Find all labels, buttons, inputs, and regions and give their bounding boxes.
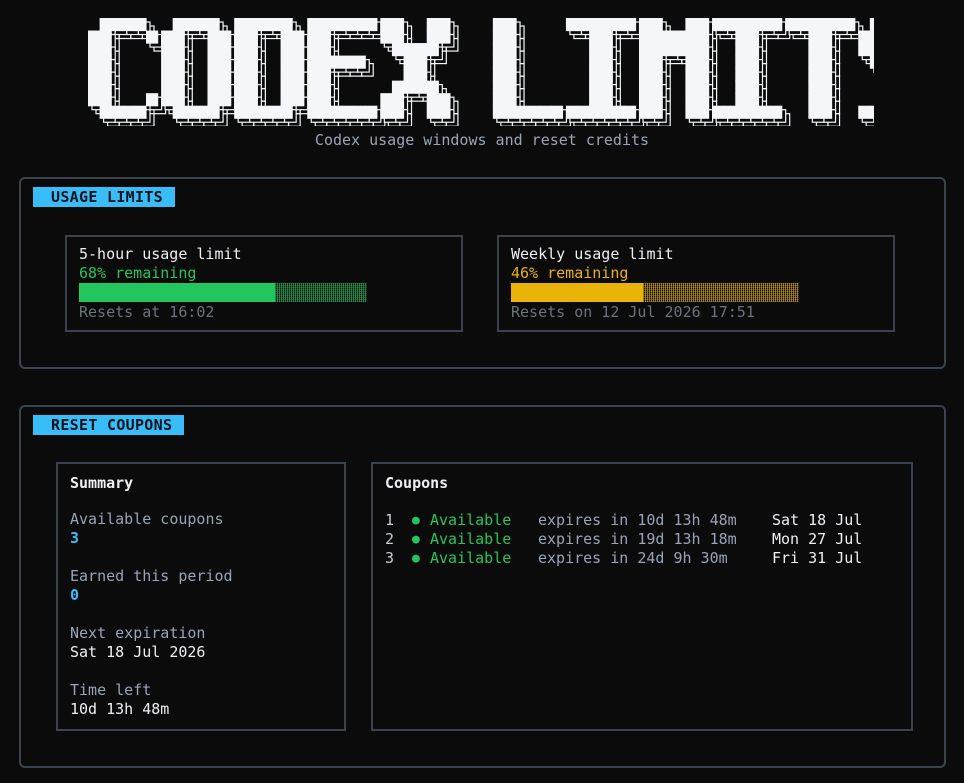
stat-label: Earned this period — [70, 567, 233, 585]
limit-progress-bar — [79, 283, 367, 302]
available-coupons-stat: Available coupons 3 — [70, 510, 224, 548]
coupon-number: 3 — [385, 549, 395, 567]
banner-title-logo — [88, 18, 874, 126]
coupon-row: 2 ● Available expires in 19d 13h 18m Mon… — [385, 530, 862, 549]
coupon-row: 1 ● Available expires in 10d 13h 48m Sat… — [385, 511, 862, 530]
status-dot-icon: ● — [412, 513, 420, 528]
limit-reset-time: Resets on 12 Jul 2026 17:51 — [511, 303, 755, 321]
weekly-limit-card: Weekly usage limit 46% remaining Resets … — [497, 235, 895, 332]
stat-value: 3 — [70, 529, 80, 547]
stat-value: Sat 18 Jul 2026 — [70, 643, 206, 661]
reset-coupons-panel: RESET COUPONS Summary Available coupons … — [19, 405, 946, 768]
coupon-expiry-date: Mon 27 Jul — [772, 530, 863, 548]
limit-progress-bar — [511, 283, 799, 302]
coupon-expires-in: expires in 10d 13h 48m — [538, 511, 737, 529]
coupon-expiry-date: Sat 18 Jul — [772, 511, 863, 529]
usage-limits-panel: USAGE LIMITS 5-hour usage limit 68% rema… — [19, 177, 946, 369]
limit-remaining: 68% remaining — [79, 264, 197, 282]
stat-label: Next expiration — [70, 624, 206, 642]
five-hour-limit-card: 5-hour usage limit 68% remaining Resets … — [65, 235, 463, 332]
coupon-expires-in: expires in 19d 13h 18m — [538, 530, 737, 548]
limit-remaining: 46% remaining — [511, 264, 629, 282]
summary-heading: Summary — [70, 474, 134, 492]
time-left-stat: Time left 10d 13h 48m — [70, 681, 169, 719]
coupon-summary-box: Summary Available coupons 3 Earned this … — [56, 462, 346, 731]
stat-value: 0 — [70, 586, 80, 604]
app-subtitle: Codex usage windows and reset credits — [314, 131, 650, 149]
coupon-expires-in: expires in 24d 9h 30m — [538, 549, 728, 567]
earned-period-stat: Earned this period 0 — [70, 567, 233, 605]
coupon-status: Available — [430, 549, 512, 567]
coupon-number: 2 — [385, 530, 395, 548]
coupon-expiry-date: Fri 31 Jul — [772, 549, 863, 567]
coupon-status: Available — [430, 530, 512, 548]
status-dot-icon: ● — [412, 551, 420, 566]
status-dot-icon: ● — [412, 532, 420, 547]
stat-label: Available coupons — [70, 510, 224, 528]
stat-value: 10d 13h 48m — [70, 700, 170, 718]
app-banner — [84, 14, 874, 126]
reset-coupons-tag: RESET COUPONS — [33, 415, 185, 435]
limit-title: 5-hour usage limit — [79, 245, 242, 263]
coupon-row: 3 ● Available expires in 24d 9h 30m Fri … — [385, 549, 862, 568]
limit-reset-time: Resets at 16:02 — [79, 303, 215, 321]
coupons-heading: Coupons — [385, 474, 449, 492]
stat-label: Time left — [70, 681, 152, 699]
usage-limits-tag: USAGE LIMITS — [33, 187, 175, 207]
coupon-number: 1 — [385, 511, 395, 529]
progress-fill — [511, 283, 644, 302]
coupon-status: Available — [430, 511, 512, 529]
coupons-list-box: Coupons 1 ● Available expires in 10d 13h… — [371, 462, 913, 731]
progress-fill — [79, 283, 275, 302]
limit-title: Weekly usage limit — [511, 245, 674, 263]
next-expiration-stat: Next expiration Sat 18 Jul 2026 — [70, 624, 205, 662]
